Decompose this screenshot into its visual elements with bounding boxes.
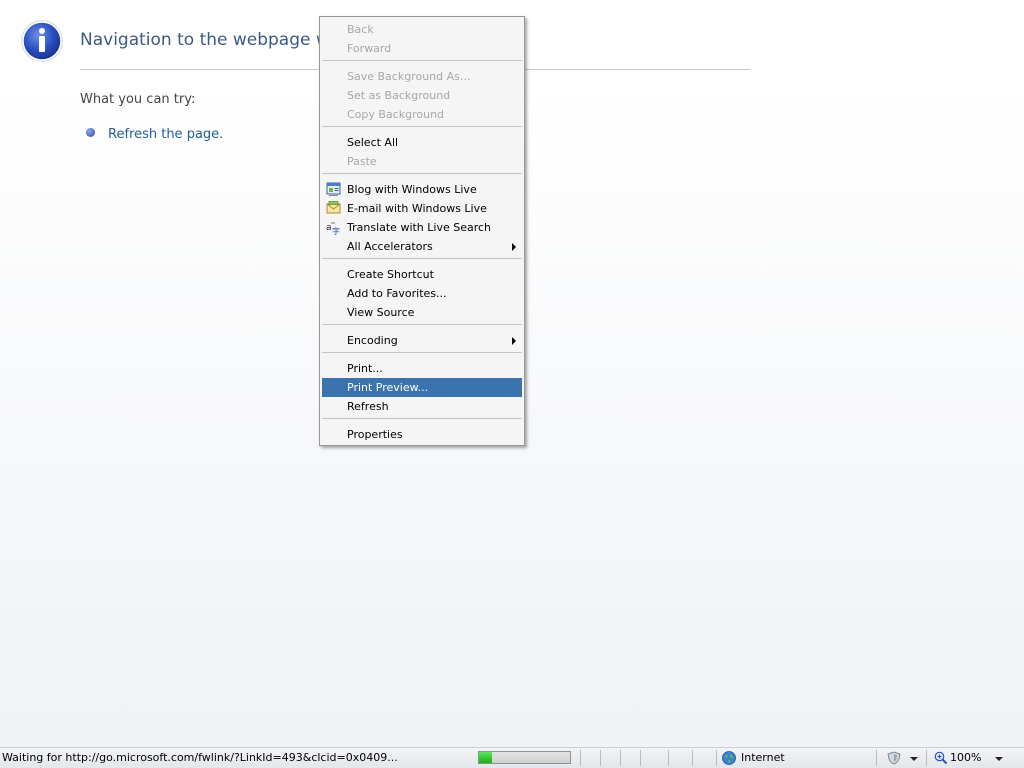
menu-item-email-windows-live[interactable]: E-mail with Windows Live bbox=[322, 199, 522, 218]
info-icon bbox=[21, 20, 63, 62]
security-zone-label[interactable]: Internet bbox=[741, 751, 785, 764]
menu-separator bbox=[322, 352, 522, 353]
menu-item-copy-background[interactable]: Copy Background bbox=[322, 105, 522, 124]
menu-item-label: Add to Favorites... bbox=[347, 287, 447, 300]
menu-item-label: Paste bbox=[347, 155, 377, 168]
status-divider bbox=[580, 750, 581, 766]
menu-item-encoding[interactable]: Encoding bbox=[322, 331, 522, 350]
page-title: Navigation to the webpage was bbox=[80, 30, 350, 50]
svg-text:字: 字 bbox=[332, 226, 340, 235]
submenu-arrow-icon bbox=[512, 243, 516, 251]
menu-separator bbox=[322, 418, 522, 419]
menu-separator bbox=[322, 60, 522, 61]
submenu-arrow-icon bbox=[512, 337, 516, 345]
email-icon bbox=[326, 201, 341, 214]
menu-item-label: Forward bbox=[347, 42, 392, 55]
menu-item-label: Print... bbox=[347, 362, 383, 375]
menu-separator bbox=[322, 126, 522, 127]
menu-item-print[interactable]: Print... bbox=[322, 359, 522, 378]
globe-icon[interactable] bbox=[722, 751, 736, 765]
status-divider bbox=[876, 750, 877, 766]
bullet-icon bbox=[86, 128, 95, 137]
menu-item-forward[interactable]: Forward bbox=[322, 39, 522, 58]
status-divider bbox=[620, 750, 621, 766]
menu-separator bbox=[322, 173, 522, 174]
menu-item-translate-live-search[interactable]: a 字 Translate with Live Search bbox=[322, 218, 522, 237]
menu-item-refresh[interactable]: Refresh bbox=[322, 397, 522, 416]
protected-mode-dropdown-icon[interactable] bbox=[910, 757, 918, 761]
progress-bar bbox=[478, 751, 571, 764]
context-menu: Back Forward Save Background As... Set a… bbox=[319, 16, 525, 446]
translate-icon: a 字 bbox=[326, 222, 340, 235]
status-divider bbox=[716, 750, 717, 766]
menu-item-add-to-favorites[interactable]: Add to Favorites... bbox=[322, 284, 522, 303]
refresh-page-link[interactable]: Refresh the page. bbox=[108, 127, 223, 142]
status-divider bbox=[640, 750, 641, 766]
menu-item-label: E-mail with Windows Live bbox=[347, 202, 487, 215]
status-divider bbox=[600, 750, 601, 766]
menu-separator bbox=[322, 324, 522, 325]
menu-item-set-background[interactable]: Set as Background bbox=[322, 86, 522, 105]
zoom-icon[interactable] bbox=[934, 751, 948, 765]
menu-item-back[interactable]: Back bbox=[322, 20, 522, 39]
status-divider bbox=[926, 750, 927, 766]
menu-item-label: Back bbox=[347, 23, 374, 36]
status-divider bbox=[668, 750, 669, 766]
zoom-level[interactable]: 100% bbox=[950, 751, 981, 764]
menu-item-all-accelerators[interactable]: All Accelerators bbox=[322, 237, 522, 256]
menu-item-label: Select All bbox=[347, 136, 399, 149]
status-bar: Waiting for http://go.microsoft.com/fwli… bbox=[0, 747, 1024, 768]
menu-item-view-source[interactable]: View Source bbox=[322, 303, 522, 322]
menu-item-label: Refresh bbox=[347, 400, 389, 413]
menu-item-label: Translate with Live Search bbox=[347, 221, 492, 234]
menu-item-paste[interactable]: Paste bbox=[322, 152, 522, 171]
menu-item-label: Encoding bbox=[347, 334, 398, 347]
try-heading: What you can try: bbox=[80, 92, 196, 107]
menu-item-label: Set as Background bbox=[347, 89, 451, 102]
blog-icon bbox=[326, 182, 341, 196]
menu-item-label: Copy Background bbox=[347, 108, 445, 121]
menu-item-label: Create Shortcut bbox=[347, 268, 434, 281]
menu-item-label: View Source bbox=[347, 306, 415, 319]
status-text: Waiting for http://go.microsoft.com/fwli… bbox=[2, 751, 398, 764]
menu-item-label: All Accelerators bbox=[347, 240, 433, 253]
status-divider bbox=[692, 750, 693, 766]
menu-item-properties[interactable]: Properties bbox=[322, 425, 522, 444]
menu-item-print-preview[interactable]: Print Preview... bbox=[322, 378, 522, 397]
menu-item-label: Properties bbox=[347, 428, 403, 441]
menu-item-label: Print Preview... bbox=[347, 381, 429, 394]
menu-item-select-all[interactable]: Select All bbox=[322, 133, 522, 152]
menu-separator bbox=[322, 258, 522, 259]
menu-item-blog-windows-live[interactable]: Blog with Windows Live bbox=[322, 180, 522, 199]
protected-mode-icon[interactable] bbox=[886, 751, 902, 765]
menu-item-label: Save Background As... bbox=[347, 70, 471, 83]
zoom-dropdown-icon[interactable] bbox=[995, 757, 1003, 761]
menu-item-save-background[interactable]: Save Background As... bbox=[322, 67, 522, 86]
svg-text:a: a bbox=[326, 223, 332, 233]
menu-item-create-shortcut[interactable]: Create Shortcut bbox=[322, 265, 522, 284]
menu-item-label: Blog with Windows Live bbox=[347, 183, 477, 196]
progress-fill bbox=[479, 752, 492, 763]
